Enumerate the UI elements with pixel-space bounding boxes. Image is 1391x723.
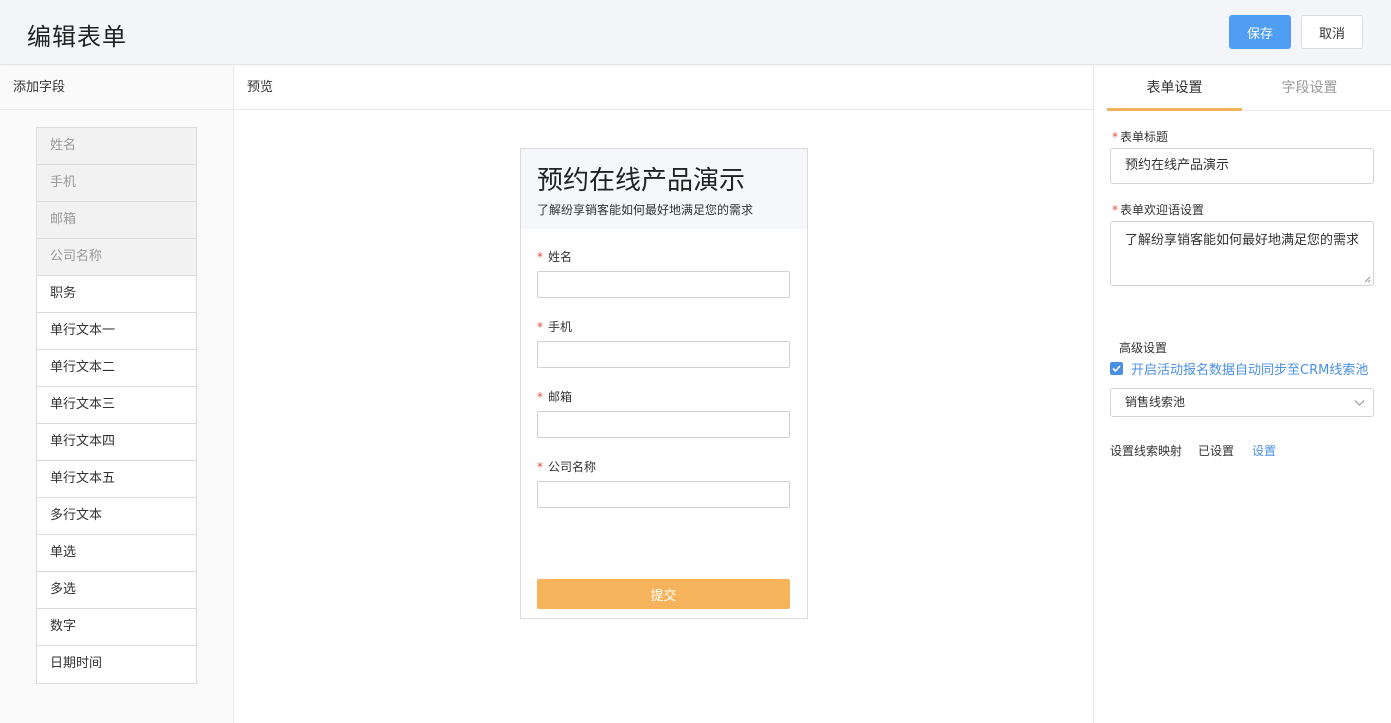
preview-field-label: 公司名称 <box>548 460 597 474</box>
chevron-down-icon <box>1354 400 1365 406</box>
tab-form-settings[interactable]: 表单设置 <box>1107 66 1242 111</box>
submit-button[interactable]: 提交 <box>537 579 790 609</box>
preview-title: 预览 <box>234 66 1093 110</box>
preview-field-email: * 邮箱 <box>537 390 790 438</box>
tab-field-settings[interactable]: 字段设置 <box>1242 66 1377 111</box>
sync-crm-checkbox-row[interactable]: 开启活动报名数据自动同步至CRM线索池 <box>1110 359 1368 378</box>
page-title: 编辑表单 <box>27 23 127 51</box>
field-item-multi-choice[interactable]: 多选 <box>37 572 196 609</box>
form-preview-card: 预约在线产品演示 了解纷享销客能如何最好地满足您的需求 * 姓名 * 手机 * 邮箱 … <box>520 148 808 619</box>
lead-pool-select[interactable]: 销售线索池 <box>1110 388 1374 417</box>
preview-field-phone: * 手机 <box>537 320 790 368</box>
required-mark: * <box>1112 130 1118 144</box>
preview-email-input[interactable] <box>537 411 790 438</box>
preview-field-label: 手机 <box>548 320 573 334</box>
field-item-text-2[interactable]: 单行文本二 <box>37 350 196 387</box>
field-item-multiline[interactable]: 多行文本 <box>37 498 196 535</box>
welcome-label: * 表单欢迎语设置 <box>1112 203 1205 217</box>
settings-panel: 表单设置 字段设置 * 表单标题 预约在线产品演示 * 表单欢迎语设置 了解纷享销客… <box>1093 66 1391 723</box>
form-preview-header: 预约在线产品演示 了解纷享销客能如何最好地满足您的需求 <box>521 149 807 229</box>
form-preview-subtitle: 了解纷享销客能如何最好地满足您的需求 <box>537 203 754 217</box>
resize-grip-icon[interactable] <box>1364 276 1371 283</box>
field-item-name: 姓名 <box>37 128 196 165</box>
field-item-text-4[interactable]: 单行文本四 <box>37 424 196 461</box>
preview-name-input[interactable] <box>537 271 790 298</box>
field-item-single-choice[interactable]: 单选 <box>37 535 196 572</box>
field-list: 姓名 手机 邮箱 公司名称 职务 单行文本一 单行文本二 单行文本三 单行文本四… <box>36 127 197 684</box>
field-palette-panel: 添加字段 姓名 手机 邮箱 公司名称 职务 单行文本一 单行文本二 单行文本三 … <box>0 66 234 723</box>
required-mark: * <box>537 250 543 264</box>
advanced-settings-label: 高级设置 <box>1119 341 1168 355</box>
lead-mapping-link[interactable]: 设置 <box>1252 444 1276 458</box>
preview-company-input[interactable] <box>537 481 790 508</box>
form-preview-title: 预约在线产品演示 <box>537 166 746 196</box>
lead-pool-value: 销售线索池 <box>1125 395 1186 409</box>
preview-field-company: * 公司名称 <box>537 460 790 508</box>
lead-mapping-row: 设置线索映射 已设置 设置 <box>1110 442 1292 459</box>
preview-field-label: 姓名 <box>548 250 573 264</box>
field-item-text-5[interactable]: 单行文本五 <box>37 461 196 498</box>
field-palette-title: 添加字段 <box>0 66 233 110</box>
required-mark: * <box>537 460 543 474</box>
field-item-email: 邮箱 <box>37 202 196 239</box>
field-item-text-1[interactable]: 单行文本一 <box>37 313 196 350</box>
required-mark: * <box>537 390 543 404</box>
save-button[interactable]: 保存 <box>1229 15 1291 49</box>
form-title-label: * 表单标题 <box>1112 130 1169 144</box>
welcome-text: 了解纷享销客能如何最好地满足您的需求 <box>1125 233 1360 248</box>
field-item-phone: 手机 <box>37 165 196 202</box>
required-mark: * <box>1112 203 1118 217</box>
field-item-text-3[interactable]: 单行文本三 <box>37 387 196 424</box>
page-header: 编辑表单 保存 取消 <box>0 0 1391 65</box>
form-title-input[interactable]: 预约在线产品演示 <box>1110 148 1374 184</box>
field-item-number[interactable]: 数字 <box>37 609 196 646</box>
checkbox-checked-icon[interactable] <box>1110 361 1123 375</box>
preview-panel: 预览 预约在线产品演示 了解纷享销客能如何最好地满足您的需求 * 姓名 * 手机 *… <box>234 66 1093 723</box>
field-item-job-title[interactable]: 职务 <box>37 276 196 313</box>
field-item-datetime[interactable]: 日期时间 <box>37 646 196 683</box>
required-mark: * <box>537 320 543 334</box>
welcome-textarea[interactable]: 了解纷享销客能如何最好地满足您的需求 <box>1110 221 1374 286</box>
cancel-button[interactable]: 取消 <box>1301 15 1363 49</box>
field-item-company: 公司名称 <box>37 239 196 276</box>
lead-mapping-status: 已设置 <box>1198 444 1235 458</box>
lead-mapping-label: 设置线索映射 <box>1110 444 1183 458</box>
preview-field-label: 邮箱 <box>548 390 573 404</box>
sync-crm-label[interactable]: 开启活动报名数据自动同步至CRM线索池 <box>1131 359 1368 378</box>
preview-phone-input[interactable] <box>537 341 790 368</box>
preview-field-name: * 姓名 <box>537 250 790 298</box>
settings-tabs: 表单设置 字段设置 <box>1107 66 1391 111</box>
